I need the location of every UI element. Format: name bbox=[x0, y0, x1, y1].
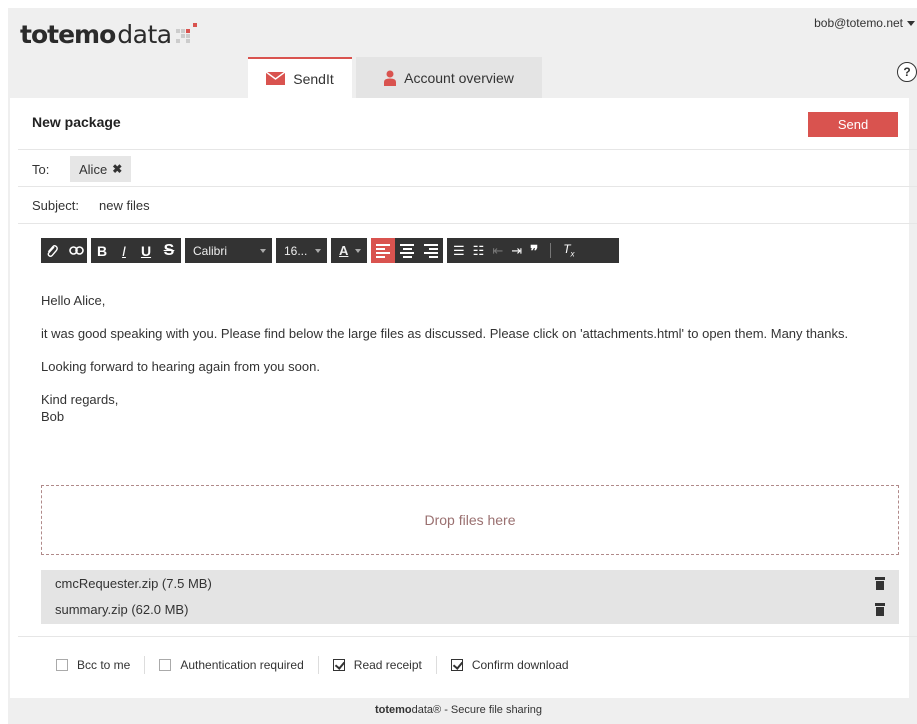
package-options: Bcc to me Authentication required Read r… bbox=[56, 656, 569, 674]
bold-button[interactable]: B bbox=[91, 238, 113, 263]
option-separator bbox=[317, 656, 319, 674]
chevron-down-icon bbox=[260, 248, 266, 253]
option-label: Read receipt bbox=[353, 658, 422, 672]
footer-brand: totemo bbox=[374, 704, 412, 716]
option-confirm-download[interactable]: Confirm download bbox=[450, 658, 569, 672]
divider bbox=[18, 186, 917, 187]
drop-zone-label: Drop files here bbox=[424, 512, 516, 528]
font-family-value: Calibri bbox=[193, 243, 228, 258]
message-paragraph: Looking forward to hearing again from yo… bbox=[41, 359, 320, 374]
to-label: To: bbox=[32, 162, 50, 177]
recipient-name: Alice bbox=[79, 161, 108, 177]
chevron-down-icon bbox=[315, 248, 321, 253]
align-left-icon[interactable] bbox=[371, 238, 395, 263]
font-color-select[interactable]: A bbox=[331, 238, 367, 263]
italic-button[interactable]: I bbox=[113, 238, 135, 263]
trash-icon[interactable] bbox=[875, 603, 885, 616]
blockquote-icon[interactable]: ❞ bbox=[530, 242, 538, 260]
tab-sendit[interactable]: SendIt bbox=[248, 57, 352, 98]
footer-brand-light: data® bbox=[411, 704, 442, 716]
page-footer: totemodata® - Secure file sharing bbox=[0, 704, 917, 716]
attachment-item: cmcRequester.zip (7.5 MB) bbox=[55, 576, 212, 591]
tab-sendit-label: SendIt bbox=[293, 70, 334, 87]
subject-field[interactable]: new files bbox=[99, 198, 150, 213]
message-paragraph: Hello Alice, bbox=[41, 293, 106, 308]
message-paragraph: it was good speaking with you. Please fi… bbox=[41, 326, 849, 341]
chevron-down-icon bbox=[907, 20, 915, 26]
outdent-icon[interactable]: ⇤ bbox=[492, 243, 503, 259]
bulleted-list-icon[interactable]: ☷ bbox=[473, 243, 485, 259]
footer-tagline: - Secure file sharing bbox=[441, 704, 543, 716]
editor-toolbar: B I U S Calibri 16... A ☰ ☷ ⇤ ⇥ ❞ Tx bbox=[41, 238, 619, 263]
divider bbox=[18, 223, 917, 224]
option-label: Confirm download bbox=[471, 658, 569, 672]
align-center-icon[interactable] bbox=[395, 238, 419, 263]
tab-account-label: Account overview bbox=[404, 69, 514, 86]
confirm-download-checkbox[interactable] bbox=[450, 659, 463, 671]
person-icon bbox=[384, 70, 397, 86]
envelope-icon bbox=[266, 72, 286, 85]
authentication-checkbox[interactable] bbox=[159, 659, 172, 671]
totemo-logo: totemo data bbox=[20, 20, 200, 49]
bcc-checkbox[interactable] bbox=[56, 659, 68, 671]
attachment-item: summary.zip (62.0 MB) bbox=[55, 602, 189, 617]
option-bcc-to-me[interactable]: Bcc to me bbox=[56, 658, 130, 672]
font-size-value: 16... bbox=[284, 243, 308, 258]
indent-icon[interactable]: ⇥ bbox=[511, 243, 522, 259]
message-body[interactable]: Hello Alice, it was good speaking with y… bbox=[41, 292, 891, 425]
user-email: bob@totemo.net bbox=[814, 16, 903, 30]
link-icon[interactable] bbox=[65, 238, 87, 263]
strikethrough-button[interactable]: S bbox=[157, 238, 181, 263]
font-family-select[interactable]: Calibri bbox=[185, 238, 272, 263]
page-title: New package bbox=[32, 114, 121, 130]
divider bbox=[18, 149, 917, 150]
numbered-list-icon[interactable]: ☰ bbox=[453, 243, 465, 259]
send-button[interactable]: Send bbox=[808, 112, 898, 137]
attach-icon[interactable] bbox=[41, 238, 63, 263]
list-tools: ☰ ☷ ⇤ ⇥ ❞ Tx bbox=[447, 238, 619, 263]
option-authentication-required[interactable]: Authentication required bbox=[159, 658, 304, 672]
recipient-chip[interactable]: Alice ✖ bbox=[70, 156, 132, 182]
option-separator bbox=[144, 656, 146, 674]
signature-line: Bob bbox=[41, 409, 65, 424]
file-drop-zone[interactable]: Drop files here bbox=[41, 485, 899, 555]
underline-button[interactable]: U bbox=[135, 238, 157, 263]
read-receipt-checkbox[interactable] bbox=[332, 659, 345, 671]
chevron-down-icon bbox=[355, 248, 361, 253]
divider bbox=[18, 636, 917, 637]
option-separator bbox=[435, 656, 437, 674]
option-label: Authentication required bbox=[180, 658, 304, 672]
clear-format-icon[interactable]: Tx bbox=[563, 242, 574, 258]
user-menu[interactable]: bob@totemo.net bbox=[814, 16, 915, 30]
attachment-list: cmcRequester.zip (7.5 MB) summary.zip (6… bbox=[41, 570, 899, 624]
remove-recipient-icon[interactable]: ✖ bbox=[112, 162, 122, 176]
closing-line: Kind regards, bbox=[41, 392, 119, 407]
help-button[interactable]: ? bbox=[897, 62, 917, 82]
toolbar-separator bbox=[550, 243, 552, 258]
font-size-select[interactable]: 16... bbox=[276, 238, 327, 263]
option-read-receipt[interactable]: Read receipt bbox=[332, 658, 422, 672]
align-right-icon[interactable] bbox=[419, 238, 443, 263]
tab-account-overview[interactable]: Account overview bbox=[356, 57, 542, 98]
font-color-icon: A bbox=[339, 243, 349, 258]
trash-icon[interactable] bbox=[875, 577, 885, 590]
logo-mark-icon bbox=[175, 21, 200, 43]
subject-label: Subject: bbox=[32, 198, 79, 213]
option-label: Bcc to me bbox=[77, 658, 131, 672]
